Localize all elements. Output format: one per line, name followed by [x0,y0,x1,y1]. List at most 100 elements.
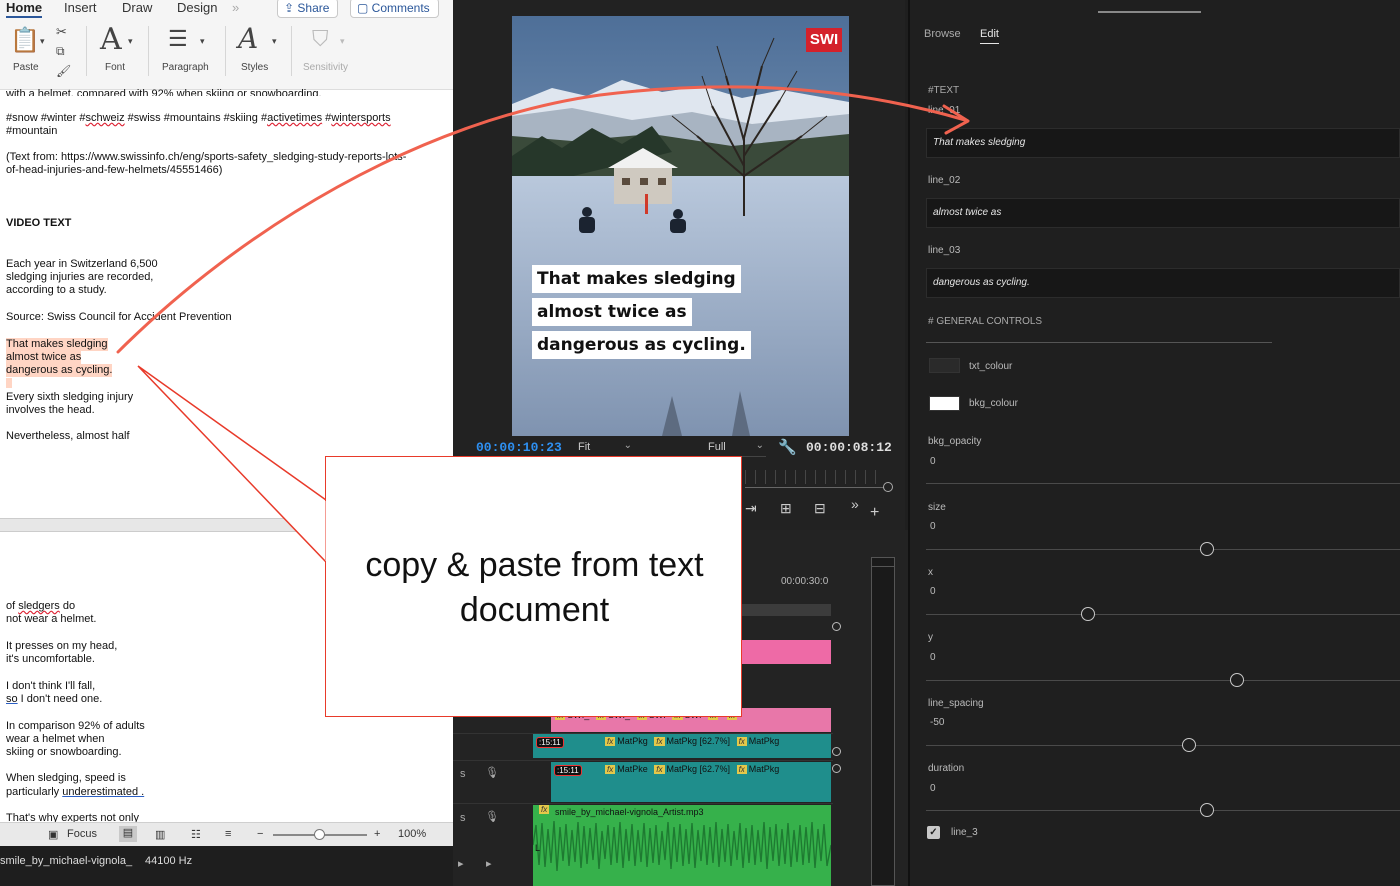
resolution-select[interactable]: Full ⌄ [708,440,766,457]
outline-icon[interactable]: ☷ [191,828,201,841]
step-forward-icon[interactable]: ⇥ [745,500,757,517]
txt-colour-swatch[interactable] [929,358,960,373]
styles-icon[interactable]: A [238,22,258,55]
focus-icon[interactable]: ▣ [48,828,58,841]
doc-selected-line[interactable]: That makes sledging [6,338,108,351]
fx-badge: fx [654,737,665,746]
caption-line-1[interactable]: That makes sledging [532,265,741,293]
lift-icon[interactable]: ⊞ [780,500,792,517]
duration-slider-knob[interactable] [1200,803,1214,817]
monitor-time-ruler [745,470,885,484]
callout-text: copy & paste from text document [326,543,743,633]
zoom-select[interactable]: Fit ⌄ [578,440,634,457]
paragraph-icon[interactable]: ☰ [168,26,188,52]
size-label: size [928,502,946,513]
size-value[interactable]: 0 [930,521,936,532]
audio-clip[interactable]: fx smile_by_michael-vignola_Artist.mp3 L [533,805,831,886]
print-layout-icon[interactable]: ▤ [119,826,137,842]
video-clip-row-2[interactable]: fx MatPke fx MatPkg [62.7%] fx MatPkg [551,762,831,802]
line-spacing-slider-knob[interactable] [1182,738,1196,752]
tab-design[interactable]: Design [177,0,217,15]
timeline-ruler[interactable] [741,604,831,616]
panel-tab-active[interactable] [1098,0,1201,13]
zoom-slider-knob[interactable] [314,829,325,840]
draft-icon[interactable]: ≡ [225,828,231,840]
audio-waveform [533,820,831,872]
chevron-down-icon[interactable]: ▾ [128,36,133,47]
tab-browse[interactable]: Browse [924,28,961,40]
extract-icon[interactable]: ⊟ [814,500,826,517]
wrench-icon[interactable]: 🔧 [778,438,797,456]
caption-line-2[interactable]: almost twice as [532,298,692,326]
line-spacing-value[interactable]: -50 [930,717,944,728]
program-video-frame[interactable]: SWI That makes sledging almost twice as … [512,16,849,436]
clip-label: MatPkg [62.7%] [666,736,731,746]
y-slider[interactable] [926,680,1400,681]
project-file-name[interactable]: smile_by_michael-vignola_ [0,855,132,867]
track-end-node[interactable] [832,622,841,631]
y-slider-knob[interactable] [1230,673,1244,687]
paste-icon[interactable]: 📋 [10,26,40,55]
video-clip-row-1[interactable]: fx MatPkg fx MatPkg [62.7%] fx MatPkg [533,734,831,758]
microphone-icon[interactable]: 🎙 [485,810,499,823]
font-icon[interactable]: A [100,22,122,57]
chevron-down-icon[interactable]: ▾ [200,36,205,47]
pink-graphics-clip[interactable] [741,640,831,664]
cut-icon[interactable]: ✂ [56,24,67,40]
track-end-node[interactable] [832,764,841,773]
duration-value[interactable]: 0 [930,783,936,794]
size-slider-knob[interactable] [1200,542,1214,556]
line-01-field[interactable]: That makes sledging [926,128,1400,158]
tab-home[interactable]: Home [6,0,43,18]
word-status-bar: ▣ Focus ▤ ▥ ☷ ≡ − + 100% [0,822,453,846]
section-text-heading: #TEXT [928,85,960,96]
more-buttons-icon[interactable]: » [851,496,859,512]
play-icon[interactable]: ▸ [458,857,464,870]
focus-button[interactable]: Focus [67,828,97,840]
line-3-checkbox[interactable]: ✓ [927,826,940,839]
x-slider-knob[interactable] [1081,607,1095,621]
zoom-out-button[interactable]: − [257,828,263,840]
doc-line: wear a helmet when [6,733,105,745]
doc-selected-line[interactable]: dangerous as cycling. [6,364,113,377]
x-slider[interactable] [926,614,1400,615]
doc-line: Nevertheless, almost half [6,430,130,442]
forward-icon[interactable]: ▸ [486,857,492,870]
tab-draw[interactable]: Draw [122,0,152,15]
grammar-flag: so [6,693,18,705]
scrub-end-handle[interactable] [883,482,893,492]
add-button-icon[interactable]: + [870,504,879,522]
doc-heading-video-text: VIDEO TEXT [6,217,72,229]
microphone-icon[interactable]: 🎙 [485,766,499,779]
zoom-in-button[interactable]: + [374,828,380,840]
line-spacing-slider[interactable] [926,745,1400,746]
web-layout-icon[interactable]: ▥ [155,828,165,841]
y-value[interactable]: 0 [930,652,936,663]
share-button[interactable]: ⇪ Share [277,0,339,18]
x-value[interactable]: 0 [930,586,936,597]
line-02-field[interactable]: almost twice as [926,198,1400,228]
tab-insert[interactable]: Insert [64,0,97,15]
tab-edit[interactable]: Edit [980,28,999,44]
playhead-timecode[interactable]: 00:00:10:23 [476,440,562,455]
line-03-field[interactable]: dangerous as cycling. [926,268,1400,298]
chevron-down-icon[interactable]: ▾ [40,36,45,47]
size-slider[interactable] [926,549,1400,550]
doc-line: Every sixth sledging injury [6,391,134,403]
track-end-node[interactable] [832,747,841,756]
caption-line-3[interactable]: dangerous as cycling. [532,331,751,359]
monitor-scrub-bar[interactable] [745,487,888,488]
format-painter-icon[interactable]: 🖌 [56,64,71,78]
chevron-down-icon[interactable]: ▾ [272,36,277,47]
doc-text-span: # [322,112,332,124]
zoom-level[interactable]: 100% [398,828,426,840]
bkg-opacity-slider[interactable] [926,483,1400,484]
doc-selected-line[interactable]: almost twice as [6,351,82,364]
bkg-colour-swatch[interactable] [929,396,960,411]
more-tabs-icon[interactable]: » [232,0,239,15]
bkg-opacity-value[interactable]: 0 [930,456,936,467]
copy-icon[interactable]: ⧉ [56,44,65,59]
share-label: Share [297,1,330,15]
duration-slider[interactable] [926,810,1400,811]
comments-button[interactable]: ▢ Comments [350,0,439,18]
